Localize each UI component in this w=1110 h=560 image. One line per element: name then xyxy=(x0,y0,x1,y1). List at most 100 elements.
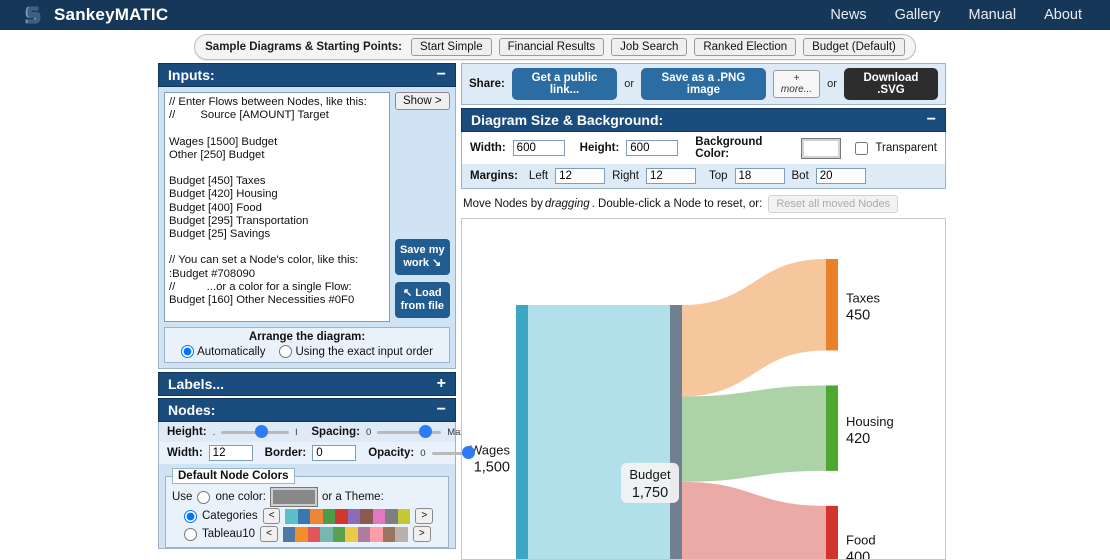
margin-left-label: Left xyxy=(528,170,549,182)
node-budget[interactable] xyxy=(670,305,682,559)
node-food[interactable] xyxy=(826,505,838,559)
flow-budget-food[interactable] xyxy=(682,481,826,559)
get-public-link-button[interactable]: Get a public link... xyxy=(511,68,618,100)
nav-link-about[interactable]: About xyxy=(1044,7,1082,23)
nav-link-gallery[interactable]: Gallery xyxy=(895,7,941,23)
collapse-icon[interactable]: − xyxy=(437,67,446,83)
color-swatch-0 xyxy=(282,526,296,542)
node-spacing-slider-knob[interactable] xyxy=(419,425,433,438)
download-svg-button[interactable]: Download .SVG xyxy=(843,68,938,100)
arrange-label-auto: Automatically xyxy=(197,345,266,358)
collapse-icon-nodes[interactable]: − xyxy=(437,402,446,418)
transparent-checkbox[interactable] xyxy=(855,141,869,155)
arrange-option-exact[interactable]: Using the exact input order xyxy=(279,345,433,358)
sample-button-start-simple[interactable]: Start Simple xyxy=(410,37,492,56)
theme-tableau-radio[interactable] xyxy=(184,527,197,541)
nav-links: News Gallery Manual About xyxy=(830,7,1092,23)
arrange-option-automatically[interactable]: Automatically xyxy=(181,345,265,358)
samples-pill: Sample Diagrams & Starting Points: Start… xyxy=(194,33,916,60)
node-border-input[interactable] xyxy=(312,445,357,461)
margins-label: Margins: xyxy=(470,170,518,182)
theme-categories-label: Categories xyxy=(202,510,258,522)
node-housing[interactable] xyxy=(826,385,838,471)
color-swatch-0 xyxy=(285,508,298,524)
flow-wages-budget[interactable] xyxy=(528,305,670,559)
sample-button-ranked-election[interactable]: Ranked Election xyxy=(694,37,797,56)
more-options-button[interactable]: + more... xyxy=(772,70,821,98)
margin-bot-label: Bot xyxy=(791,170,809,182)
margin-bot-input[interactable] xyxy=(815,168,866,184)
node-taxes[interactable] xyxy=(826,259,838,351)
tableau-prev-button[interactable]: < xyxy=(260,526,278,542)
nav-link-manual[interactable]: Manual xyxy=(969,7,1017,23)
save-my-work-button[interactable]: Save my work ↘ xyxy=(394,239,450,275)
value-budget: 1,750 xyxy=(632,485,668,501)
arrange-radio-auto[interactable] xyxy=(181,345,195,358)
node-width-label: Width: xyxy=(167,447,203,459)
categories-color-ramp xyxy=(285,508,411,524)
node-wages[interactable] xyxy=(516,305,528,559)
samples-label: Sample Diagrams & Starting Points: xyxy=(205,40,402,53)
reset-moved-nodes-button[interactable]: Reset all moved Nodes xyxy=(768,195,899,213)
value-taxes: 450 xyxy=(846,308,870,324)
labels-panel-header[interactable]: Labels... + xyxy=(158,372,456,396)
diagram-height-input[interactable] xyxy=(626,140,679,156)
sample-button-job-search[interactable]: Job Search xyxy=(611,37,688,56)
flow-budget-housing[interactable] xyxy=(682,385,826,482)
inputs-panel-body: // Enter Flows between Nodes, like this:… xyxy=(158,87,456,369)
color-swatch-1 xyxy=(295,526,308,542)
arrange-radio-exact[interactable] xyxy=(279,345,293,358)
label-wages: Wages xyxy=(470,442,510,457)
nodes-panel-header[interactable]: Nodes: − xyxy=(158,398,456,422)
one-color-label: one color: xyxy=(215,491,266,503)
node-width-border-opacity-row: Width: Border: Opacity: 0 1 xyxy=(159,442,485,464)
theme-categories-radio[interactable] xyxy=(184,509,197,523)
node-opacity-slider-knob[interactable] xyxy=(461,446,475,459)
diagram-size-panel-header[interactable]: Diagram Size & Background: − xyxy=(461,108,946,132)
node-height-slider-knob[interactable] xyxy=(255,425,269,438)
color-swatch-6 xyxy=(360,508,373,524)
margin-right-input[interactable] xyxy=(645,168,696,184)
tableau-next-button[interactable]: > xyxy=(412,526,431,542)
inputs-panel-header[interactable]: Inputs: − xyxy=(158,63,456,87)
node-opacity-slider[interactable] xyxy=(431,446,475,460)
color-swatch-7 xyxy=(370,526,383,542)
node-height-slider[interactable] xyxy=(221,425,290,439)
or-theme-label: or a Theme: xyxy=(321,491,384,503)
value-housing: 420 xyxy=(846,431,870,447)
show-button[interactable]: Show > xyxy=(394,92,450,110)
one-color-radio[interactable] xyxy=(197,490,211,504)
diagram-width-input[interactable] xyxy=(512,140,565,156)
diagram-width-label: Width: xyxy=(470,142,506,154)
theme-categories-row: Categories < > xyxy=(172,508,442,524)
load-from-file-button[interactable]: ↖ Load from file xyxy=(394,282,450,318)
color-swatch-5 xyxy=(347,508,361,524)
sample-button-financial-results[interactable]: Financial Results xyxy=(498,37,605,56)
sample-button-budget-default[interactable]: Budget (Default) xyxy=(803,37,905,56)
background-color-label: Background Color: xyxy=(695,136,763,160)
use-one-color-row: Use one color: or a Theme: xyxy=(172,487,442,507)
color-swatch-3 xyxy=(320,526,333,542)
flows-textarea[interactable]: // Enter Flows between Nodes, like this:… xyxy=(164,92,390,322)
sankey-canvas[interactable]: Wages1,500Taxes450Housing420Food400Trans… xyxy=(461,218,946,560)
save-png-button[interactable]: Save as a .PNG image xyxy=(641,68,766,100)
collapse-icon-size[interactable]: − xyxy=(927,112,936,128)
node-spacing-label: Spacing: xyxy=(311,426,360,438)
inputs-side-buttons: Show > Save my work ↘ ↖ Load from file xyxy=(394,92,450,322)
background-color-swatch[interactable] xyxy=(800,137,842,159)
flow-budget-taxes[interactable] xyxy=(682,259,826,397)
move-nodes-text-1: Move Nodes by xyxy=(463,198,543,210)
margin-top-input[interactable] xyxy=(734,168,785,184)
main-content: Inputs: − // Enter Flows between Nodes, … xyxy=(0,63,1110,560)
sankey-diagram-svg[interactable]: Wages1,500Taxes450Housing420Food400Trans… xyxy=(462,219,945,559)
margin-left-input[interactable] xyxy=(555,168,606,184)
expand-icon[interactable]: + xyxy=(437,376,446,392)
categories-prev-button[interactable]: < xyxy=(262,508,281,524)
left-column: Inputs: − // Enter Flows between Nodes, … xyxy=(158,63,485,560)
share-bar: Share: Get a public link... or Save as a… xyxy=(461,63,946,105)
node-width-input[interactable] xyxy=(208,445,253,461)
nav-link-news[interactable]: News xyxy=(830,7,866,23)
one-color-swatch[interactable] xyxy=(269,487,318,507)
categories-next-button[interactable]: > xyxy=(415,508,434,524)
node-spacing-slider[interactable] xyxy=(377,425,442,439)
